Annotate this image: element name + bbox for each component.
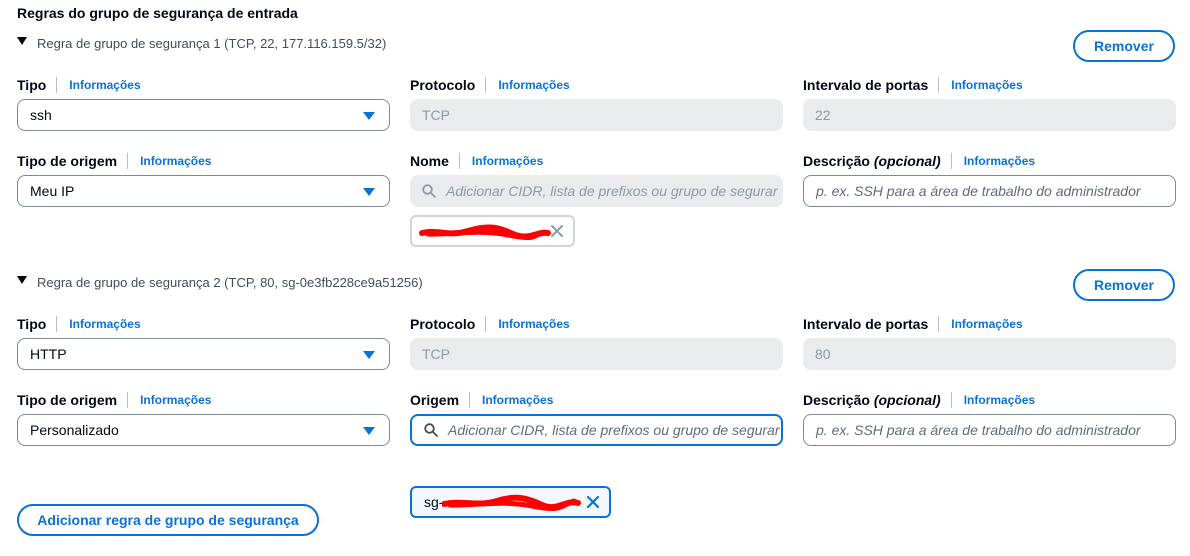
source-type-select-value: Meu IP bbox=[30, 183, 75, 199]
close-icon[interactable] bbox=[585, 494, 601, 510]
source-type-label: Tipo de origem bbox=[17, 392, 118, 408]
type-label-row: Tipo Informações bbox=[17, 316, 141, 332]
search-icon bbox=[422, 184, 436, 198]
dropdown-arrow-icon bbox=[363, 351, 375, 359]
info-link[interactable]: Informações bbox=[482, 393, 553, 407]
dropdown-arrow-icon bbox=[363, 427, 375, 435]
description-label-row: Descrição (opcional) Informações bbox=[803, 153, 1035, 169]
security-group-prefix: sg- bbox=[424, 494, 444, 510]
port-range-label: Intervalo de portas bbox=[803, 316, 929, 332]
rule-2-header[interactable]: Regra de grupo de segurança 2 (TCP, 80, … bbox=[17, 275, 423, 290]
info-link[interactable]: Informações bbox=[951, 317, 1022, 331]
info-link[interactable]: Informações bbox=[498, 317, 569, 331]
origin-label-row: Origem Informações bbox=[410, 392, 553, 408]
info-link[interactable]: Informações bbox=[140, 154, 211, 168]
protocol-label: Protocolo bbox=[410, 316, 476, 332]
remove-rule-1-button[interactable]: Remover bbox=[1073, 30, 1175, 62]
info-link[interactable]: Informações bbox=[498, 78, 569, 92]
selected-security-group-token: sg- bbox=[410, 486, 611, 518]
info-link[interactable]: Informações bbox=[964, 393, 1035, 407]
info-link[interactable]: Informações bbox=[964, 154, 1035, 168]
selected-source-token bbox=[410, 215, 575, 247]
description-placeholder: p. ex. SSH para a área de trabalho do ad… bbox=[816, 183, 1141, 199]
rule-1-header[interactable]: Regra de grupo de segurança 1 (TCP, 22, … bbox=[17, 36, 386, 51]
info-link[interactable]: Informações bbox=[472, 154, 543, 168]
rule-1-title: Regra de grupo de segurança 1 (TCP, 22, … bbox=[37, 36, 387, 51]
description-placeholder: p. ex. SSH para a área de trabalho do ad… bbox=[816, 422, 1141, 438]
source-type-select-value: Personalizado bbox=[30, 422, 119, 438]
source-type-select[interactable]: Personalizado bbox=[17, 414, 390, 446]
caret-down-icon[interactable] bbox=[17, 275, 27, 284]
remove-rule-2-button[interactable]: Remover bbox=[1073, 269, 1175, 301]
name-search-placeholder: Adicionar CIDR, lista de prefixos ou gru… bbox=[446, 183, 778, 199]
source-type-label-row: Tipo de origem Informações bbox=[17, 392, 211, 408]
type-select[interactable]: ssh bbox=[17, 99, 390, 131]
info-link[interactable]: Informações bbox=[951, 78, 1022, 92]
add-security-group-rule-button[interactable]: Adicionar regra de grupo de segurança bbox=[17, 504, 319, 536]
origin-search-input[interactable]: Adicionar CIDR, lista de prefixos ou gru… bbox=[410, 414, 783, 446]
source-type-select[interactable]: Meu IP bbox=[17, 175, 390, 207]
rule-2-title: Regra de grupo de segurança 2 (TCP, 80, … bbox=[37, 275, 423, 290]
description-input-2[interactable]: p. ex. SSH para a área de trabalho do ad… bbox=[803, 414, 1176, 446]
port-range-label-row: Intervalo de portas Informações bbox=[803, 316, 1023, 332]
source-type-label-row: Tipo de origem Informações bbox=[17, 153, 211, 169]
redacted-value bbox=[419, 224, 551, 240]
close-icon[interactable] bbox=[549, 223, 565, 239]
type-label: Tipo bbox=[17, 316, 47, 332]
dropdown-arrow-icon bbox=[363, 188, 375, 196]
caret-down-icon[interactable] bbox=[17, 36, 27, 45]
protocol-label: Protocolo bbox=[410, 77, 476, 93]
type-label-row: Tipo Informações bbox=[17, 77, 141, 93]
info-link[interactable]: Informações bbox=[69, 317, 140, 331]
port-range-field: 22 bbox=[803, 99, 1176, 131]
type-select-value: HTTP bbox=[30, 346, 67, 362]
origin-label: Origem bbox=[410, 392, 460, 408]
origin-search-placeholder: Adicionar CIDR, lista de prefixos ou gru… bbox=[448, 422, 780, 438]
dropdown-arrow-icon bbox=[363, 112, 375, 120]
name-label-row: Nome Informações bbox=[410, 153, 543, 169]
name-search-input[interactable]: Adicionar CIDR, lista de prefixos ou gru… bbox=[410, 175, 783, 207]
description-label: Descrição (opcional) bbox=[803, 153, 941, 169]
info-link[interactable]: Informações bbox=[69, 78, 140, 92]
protocol-field: TCP bbox=[410, 99, 783, 131]
search-icon bbox=[424, 423, 438, 437]
protocol-label-row: Protocolo Informações bbox=[410, 77, 570, 93]
description-input-1[interactable]: p. ex. SSH para a área de trabalho do ad… bbox=[803, 175, 1176, 207]
protocol-label-row: Protocolo Informações bbox=[410, 316, 570, 332]
port-range-label-row: Intervalo de portas Informações bbox=[803, 77, 1023, 93]
name-label: Nome bbox=[410, 153, 449, 169]
port-range-field: 80 bbox=[803, 338, 1176, 370]
info-link[interactable]: Informações bbox=[140, 393, 211, 407]
source-type-label: Tipo de origem bbox=[17, 153, 118, 169]
section-title: Regras do grupo de segurança de entrada bbox=[17, 5, 298, 21]
type-select-value: ssh bbox=[30, 107, 52, 123]
redacted-value bbox=[442, 494, 581, 511]
protocol-field: TCP bbox=[410, 338, 783, 370]
port-range-label: Intervalo de portas bbox=[803, 77, 929, 93]
description-label: Descrição (opcional) bbox=[803, 392, 941, 408]
type-label: Tipo bbox=[17, 77, 47, 93]
type-select[interactable]: HTTP bbox=[17, 338, 390, 370]
description-label-row: Descrição (opcional) Informações bbox=[803, 392, 1035, 408]
